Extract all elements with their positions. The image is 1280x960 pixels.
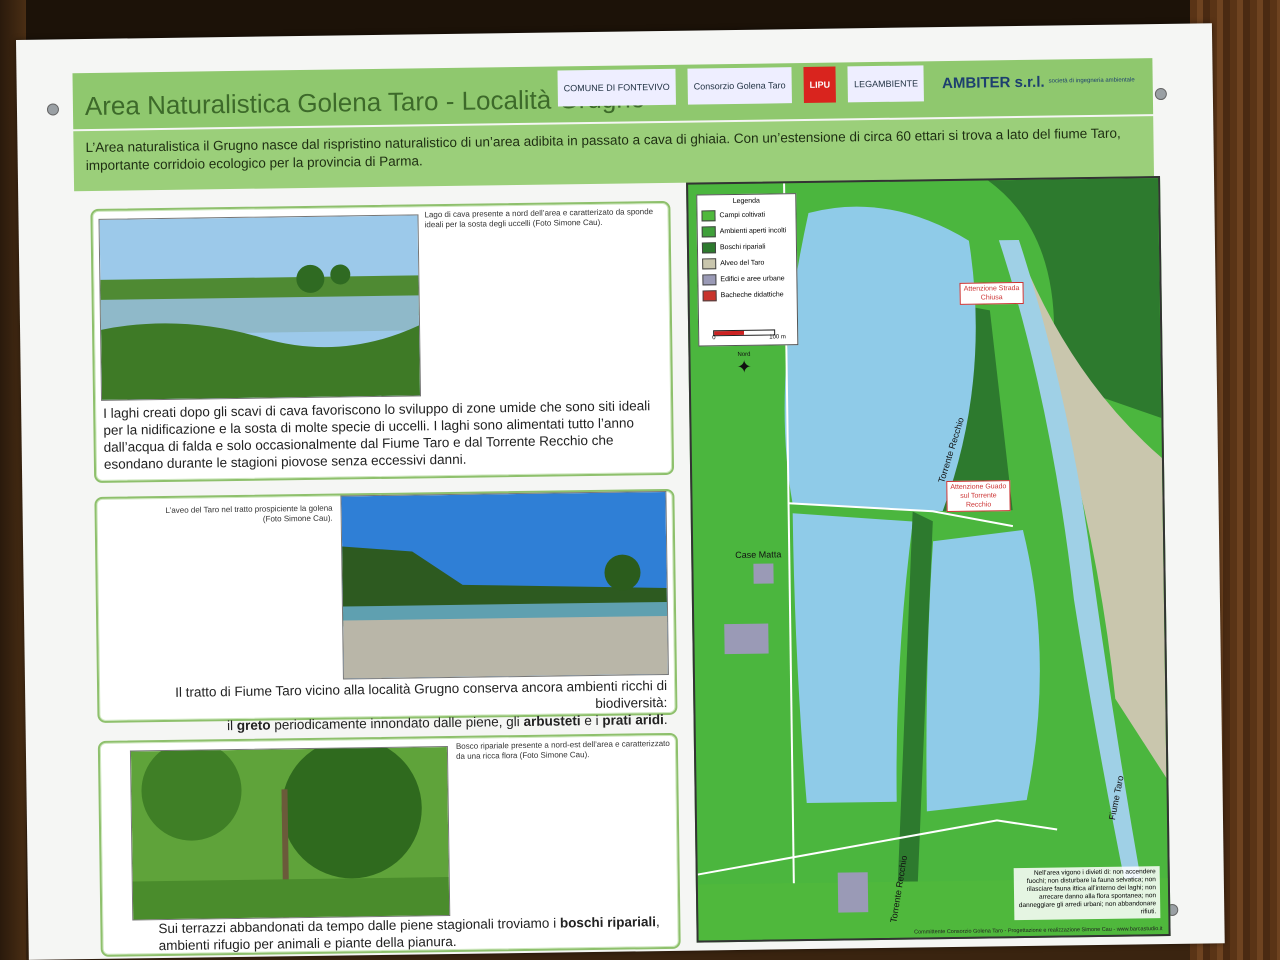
photo-caption: L’aveo del Taro nel tratto prospiciente …: [165, 503, 333, 524]
woods-photo: [129, 746, 451, 921]
legend-item: Boschi ripariali: [701, 241, 792, 254]
photo-caption: Bosco ripariale presente a nord-est dell…: [455, 738, 670, 761]
legambiente-logo: LEGAMBIENTE: [847, 65, 925, 103]
text-fragment: .: [663, 711, 668, 728]
logo-bar: COMUNE DI FONTEVIVO Consorzio Golena Tar…: [557, 62, 1141, 107]
map-legend: Legenda Campi coltivati Ambienti aperti …: [696, 193, 799, 347]
legend-label: Alveo del Taro: [720, 259, 765, 268]
panel-lakes: Lago di cava presente a nord dell’area e…: [90, 200, 675, 483]
panel-woods: Bosco ripariale presente a nord-est dell…: [97, 732, 681, 957]
scale-bar: [713, 329, 776, 337]
compass-star: ✦: [736, 356, 752, 377]
panel-text: Il tratto di Fiume Taro vicino alla loca…: [107, 677, 668, 736]
legend-title: Legenda: [732, 197, 760, 206]
text-fragment: Sui terrazzi abbandonati da tempo dalle …: [158, 915, 560, 937]
information-board: Area Naturalistica Golena Taro - Localit…: [16, 23, 1225, 960]
text-bold: prati aridi: [602, 712, 664, 728]
legend-swatch: [701, 242, 717, 254]
panel-text: I laghi creati dopo gli scavi di cava fa…: [103, 398, 651, 472]
legend-label: Ambienti aperti incolti: [719, 227, 787, 236]
text-fragment: periodicamente innondato dalle piene, gl…: [270, 713, 524, 733]
text-bold: arbusteti: [523, 713, 581, 729]
panel-text: Sui terrazzi abbandonati da tempo dalle …: [158, 913, 670, 954]
screw: [1154, 87, 1167, 101]
lake-photo: [98, 214, 422, 401]
area-map: Legenda Campi coltivati Ambienti aperti …: [686, 176, 1171, 943]
warning-ford: Attenzione Guado sul Torrente Recchio: [946, 480, 1011, 513]
legend-item: Bacheche didattiche: [702, 289, 793, 302]
legend-label: Bacheche didattiche: [720, 291, 784, 300]
consorzio-logo: Consorzio Golena Taro: [687, 67, 792, 105]
photo-caption: Lago di cava presente a nord dell’area e…: [424, 207, 654, 230]
legend-label: Campi coltivati: [719, 211, 766, 220]
legend-item: Edifici e aree urbane: [702, 273, 792, 286]
screw: [46, 103, 60, 116]
river-photo: [340, 490, 669, 680]
legend-swatch: [701, 226, 716, 238]
scale-end: 100 m: [769, 334, 786, 341]
warning-road-closed: Attenzione Strada Chiusa: [959, 281, 1024, 305]
legend-item: Campi coltivati: [701, 209, 791, 222]
legend-swatch: [701, 210, 716, 222]
ambiter-tagline: società di ingegneria ambientale: [1048, 77, 1135, 85]
compass-rose-icon: Nord ✦: [736, 352, 752, 377]
legend-swatch: [702, 290, 717, 302]
legend-label: Boschi ripariali: [719, 243, 766, 252]
fontevivo-crest-logo: COMUNE DI FONTEVIVO: [557, 68, 676, 107]
legend-item: Ambienti aperti incolti: [701, 225, 792, 238]
panel-river: L’aveo del Taro nel tratto prospiciente …: [94, 488, 678, 733]
legend-item: Alveo del Taro: [702, 257, 792, 270]
legend-swatch: [702, 274, 717, 286]
text-bold: greto: [236, 717, 271, 733]
text-fragment: e i: [580, 712, 603, 729]
legend-label: Edifici e aree urbane: [720, 275, 785, 284]
label-case-matta: Case Matta: [735, 549, 782, 561]
lipu-logo: LIPU: [803, 66, 837, 104]
ambiter-name: AMBITER s.r.l.: [941, 73, 1045, 92]
text-bold: boschi ripariali: [559, 914, 657, 931]
scale-start: 0: [712, 335, 716, 342]
text-fragment: il: [226, 717, 237, 734]
prohibitions-notice: Nell’area vigono i divieti di: non accen…: [1013, 866, 1161, 921]
ambiter-logo: AMBITER s.r.l. società di ingegneria amb…: [936, 62, 1141, 101]
legend-swatch: [702, 258, 717, 270]
intro-text: L’Area naturalistica il Grugno nasce dal…: [85, 125, 1121, 174]
